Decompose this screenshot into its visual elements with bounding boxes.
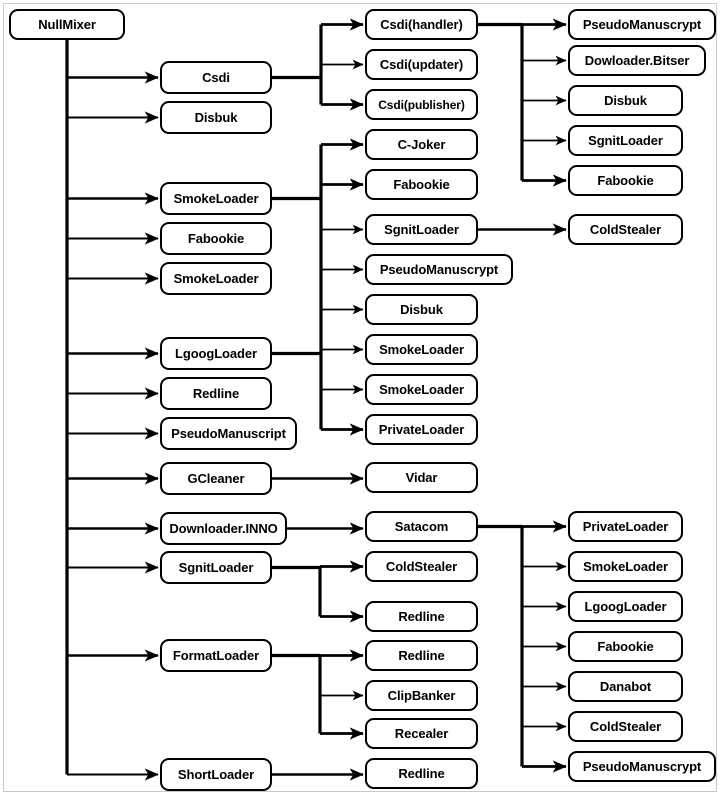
node-disbuk-a2[interactable]: Disbuk — [160, 101, 272, 134]
node-downloader-inno-a10[interactable]: Downloader.INNO — [160, 512, 287, 545]
node-disbuk-b8[interactable]: Disbuk — [365, 294, 478, 325]
node-label: Csdi(handler) — [380, 17, 463, 32]
node-fabookie-a4[interactable]: Fabookie — [160, 222, 272, 255]
node-lgoogloader-a6[interactable]: LgoogLoader — [160, 337, 272, 370]
node-clipbanker-b17[interactable]: ClipBanker — [365, 680, 478, 711]
node-lgoogloader-c9[interactable]: LgoogLoader — [568, 591, 683, 622]
node-label: Redline — [398, 609, 445, 624]
node-c-joker-b4[interactable]: C-Joker — [365, 129, 478, 160]
node-label: PseudoManuscrypt — [582, 17, 702, 32]
node-gcleaner-a9[interactable]: GCleaner — [160, 462, 272, 495]
node-formatloader-a12[interactable]: FormatLoader — [160, 639, 272, 672]
node-danabot-c11[interactable]: Danabot — [568, 671, 683, 702]
node-label: Redline — [398, 766, 445, 781]
node-pseudomanuscrypt-c13[interactable]: PseudoManuscrypt — [568, 751, 716, 782]
node-label: PrivateLoader — [378, 422, 465, 437]
node-label: PrivateLoader — [582, 519, 669, 534]
node-label: ColdStealer — [589, 222, 662, 237]
node-label: SmokeLoader — [173, 191, 259, 206]
node-label: C-Joker — [397, 137, 446, 152]
node-shortloader-a13[interactable]: ShortLoader — [160, 758, 272, 791]
node-label: FormatLoader — [172, 648, 260, 663]
node-label: SgnitLoader — [588, 133, 663, 148]
node-label: Redline — [398, 648, 445, 663]
node-dowloader-bitser-c2[interactable]: Dowloader.Bitser — [568, 45, 706, 76]
node-label: Fabookie — [597, 639, 654, 654]
node-satacom-b13[interactable]: Satacom — [365, 511, 478, 542]
node-redline-b19[interactable]: Redline — [365, 758, 478, 789]
node-label: ColdStealer — [385, 559, 458, 574]
node-vidar-b12[interactable]: Vidar — [365, 462, 478, 493]
node-label: Disbuk — [604, 93, 647, 108]
node-label: Fabookie — [393, 177, 450, 192]
node-fabookie-c5[interactable]: Fabookie — [568, 165, 683, 196]
node-label: SgnitLoader — [178, 560, 254, 575]
node-nullmixer-n0[interactable]: NullMixer — [9, 9, 125, 40]
node-label: ColdStealer — [589, 719, 662, 734]
node-csdi-updater-b2[interactable]: Csdi(updater) — [365, 49, 478, 80]
node-label: Recealer — [394, 726, 449, 741]
node-label: SgnitLoader — [384, 222, 459, 237]
diagram-canvas: NullMixer Csdi Disbuk SmokeLoader Fabookie Sm… — [0, 0, 722, 797]
node-label: Downloader.INNO — [169, 521, 278, 536]
node-csdi-publisher-b3[interactable]: Csdi(publisher) — [365, 89, 478, 120]
node-smokeloader-a3[interactable]: SmokeLoader — [160, 182, 272, 215]
node-fabookie-c10[interactable]: Fabookie — [568, 631, 683, 662]
node-label: Disbuk — [400, 302, 443, 317]
node-pseudomanuscrypt-b7[interactable]: PseudoManuscrypt — [365, 254, 513, 285]
node-label: Csdi(publisher) — [378, 97, 465, 112]
node-pseudomanuscript-a8[interactable]: PseudoManuscript — [160, 417, 297, 450]
node-label: ShortLoader — [177, 767, 255, 782]
node-label: Satacom — [394, 519, 449, 534]
node-label: PseudoManuscript — [171, 426, 286, 441]
node-fabookie-b5[interactable]: Fabookie — [365, 169, 478, 200]
node-csdi-handler-b1[interactable]: Csdi(handler) — [365, 9, 478, 40]
node-disbuk-c3[interactable]: Disbuk — [568, 85, 683, 116]
node-label: SmokeLoader — [583, 559, 668, 574]
node-smokeloader-b9[interactable]: SmokeLoader — [365, 334, 478, 365]
node-label: Redline — [192, 386, 240, 401]
node-privateloader-c7[interactable]: PrivateLoader — [568, 511, 683, 542]
node-label: ClipBanker — [387, 688, 456, 703]
node-label: PseudoManuscrypt — [582, 759, 702, 774]
node-label: Danabot — [599, 679, 652, 694]
node-label: SmokeLoader — [173, 271, 259, 286]
node-label: LgoogLoader — [175, 346, 257, 361]
node-label: Fabookie — [597, 173, 654, 188]
node-csdi-a1[interactable]: Csdi — [160, 61, 272, 94]
node-label: Disbuk — [194, 110, 238, 125]
node-sgnitloader-a11[interactable]: SgnitLoader — [160, 551, 272, 584]
node-coldstealer-c12[interactable]: ColdStealer — [568, 711, 683, 742]
node-redline-a7[interactable]: Redline — [160, 377, 272, 410]
node-label: Csdi(updater) — [379, 57, 464, 72]
node-label: SmokeLoader — [379, 342, 464, 357]
node-coldstealer-c6[interactable]: ColdStealer — [568, 214, 683, 245]
node-label: Dowloader.Bitser — [584, 53, 690, 68]
node-label: NullMixer — [38, 17, 96, 32]
node-label: GCleaner — [187, 471, 245, 486]
node-label: Vidar — [405, 470, 438, 485]
node-redline-b15[interactable]: Redline — [365, 601, 478, 632]
node-sgnitloader-c4[interactable]: SgnitLoader — [568, 125, 683, 156]
node-privateloader-b11[interactable]: PrivateLoader — [365, 414, 478, 445]
node-label: Fabookie — [187, 231, 245, 246]
node-smokeloader-c8[interactable]: SmokeLoader — [568, 551, 683, 582]
node-label: SmokeLoader — [379, 382, 464, 397]
node-label: PseudoManuscrypt — [379, 262, 499, 277]
node-sgnitloader-b6[interactable]: SgnitLoader — [365, 214, 478, 245]
node-label: Csdi — [202, 70, 230, 85]
node-smokeloader-a5[interactable]: SmokeLoader — [160, 262, 272, 295]
node-smokeloader-b10[interactable]: SmokeLoader — [365, 374, 478, 405]
node-label: LgoogLoader — [584, 599, 667, 614]
node-coldstealer-b14[interactable]: ColdStealer — [365, 551, 478, 582]
node-pseudomanuscrypt-c1[interactable]: PseudoManuscrypt — [568, 9, 716, 40]
node-redline-b16[interactable]: Redline — [365, 640, 478, 671]
node-recealer-b18[interactable]: Recealer — [365, 718, 478, 749]
